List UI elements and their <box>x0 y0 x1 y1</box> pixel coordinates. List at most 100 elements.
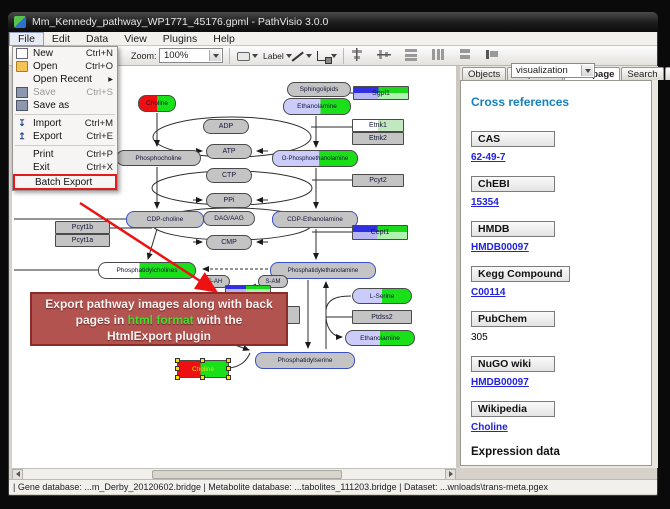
pathway-node-ppi[interactable]: PPi <box>206 193 252 208</box>
file-menu-item-exit[interactable]: ExitCtrl+X <box>13 161 117 174</box>
chevron-down-icon[interactable] <box>209 50 221 61</box>
menu-edit[interactable]: Edit <box>44 32 78 46</box>
align-middle-icon[interactable] <box>377 48 391 61</box>
pathway-node-pcyt2[interactable]: Pcyt2 <box>352 174 404 187</box>
pathway-node-sgpl1[interactable]: Sgpl1 <box>353 86 409 100</box>
visualization-value: visualization <box>516 65 568 76</box>
pathway-node-adp[interactable]: ADP <box>203 119 249 134</box>
import-icon <box>16 118 28 129</box>
xref-value-hmdb[interactable]: HMDB00097 <box>471 242 651 253</box>
title-bar[interactable]: Mm_Kennedy_pathway_WP1771_45176.gpml - P… <box>8 12 658 32</box>
file-menu-item-open-recent[interactable]: Open Recent▸ <box>13 73 117 86</box>
file-menu-shortcut: ▸ <box>108 74 113 85</box>
pathway-node-phosphocholine[interactable]: Phosphocholine <box>116 150 201 166</box>
open-folder-icon <box>16 61 28 72</box>
stack-icon[interactable] <box>458 48 472 61</box>
file-menu-item-new[interactable]: NewCtrl+N <box>13 47 117 60</box>
pathway-node-etnk2[interactable]: Etnk2 <box>352 132 404 145</box>
gene-tool-button[interactable] <box>235 48 260 64</box>
xref-value-wikipedia[interactable]: Choline <box>471 422 651 433</box>
file-menu-shortcut: Ctrl+X <box>86 162 113 173</box>
pathway-node-pcyt1a[interactable]: Pcyt1a <box>55 234 110 247</box>
pathway-node-pcyt1b[interactable]: Pcyt1b <box>55 221 110 234</box>
pathway-node-ctp[interactable]: CTP <box>206 168 252 183</box>
file-menu-label: Open Recent <box>33 74 108 85</box>
menu-data[interactable]: Data <box>78 32 116 46</box>
pathway-node-cept1[interactable]: Cept1 <box>352 225 408 240</box>
xref-value-cas[interactable]: 62-49-7 <box>471 152 651 163</box>
chevron-down-icon[interactable] <box>306 54 312 58</box>
horizontal-scrollbar[interactable] <box>12 468 456 479</box>
selection-handle[interactable] <box>226 375 231 380</box>
pathway-node-dag-aag[interactable]: DAG/AAG <box>203 211 255 226</box>
pathway-node-atp[interactable]: ATP <box>206 144 252 159</box>
xref-value-chebi[interactable]: 15354 <box>471 197 651 208</box>
file-menu: NewCtrl+NOpenCtrl+OOpen Recent▸SaveCtrl+… <box>12 46 118 191</box>
label-tool-text: Label <box>263 51 284 61</box>
visualization-combobox[interactable]: visualization <box>511 63 595 78</box>
selection-handle[interactable] <box>226 358 231 363</box>
chevron-down-icon[interactable] <box>252 54 258 58</box>
pathway-node-cdp-choline[interactable]: CDP-choline <box>126 211 204 228</box>
pathway-node-sphingolipids[interactable]: Sphingolipids <box>287 82 351 97</box>
xref-value-kegg-compound[interactable]: C00114 <box>471 287 651 298</box>
pathway-node-ethanolamine[interactable]: Ethanolamine <box>345 330 415 346</box>
scroll-right-icon[interactable] <box>445 469 456 480</box>
menu-view[interactable]: View <box>116 32 155 46</box>
scroll-left-icon[interactable] <box>12 469 23 480</box>
selection-handle[interactable] <box>175 375 180 380</box>
selection-handle[interactable] <box>226 366 231 371</box>
save-icon <box>16 87 28 98</box>
file-menu-label: Batch Export <box>35 177 111 188</box>
pathway-node-cdp-ethanolamine[interactable]: CDP-Ethanolamine <box>272 211 358 228</box>
selection-handle[interactable] <box>175 358 180 363</box>
screenshot-frame: Mm_Kennedy_pathway_WP1771_45176.gpml - P… <box>0 0 670 509</box>
pathway-node-etnk1[interactable]: Etnk1 <box>352 119 404 132</box>
pathway-node-phosphatidylcholines[interactable]: Phosphatidylcholines <box>98 262 196 279</box>
selection-handle[interactable] <box>175 366 180 371</box>
zoom-label: Zoom: <box>131 51 157 61</box>
line-tool-button[interactable] <box>289 48 314 64</box>
distribute-vertical-icon[interactable] <box>431 48 445 61</box>
xref-value-nugo-wiki[interactable]: HMDB00097 <box>471 377 651 388</box>
selection-handle[interactable] <box>200 375 205 380</box>
tab-search[interactable]: Search <box>621 67 663 80</box>
pathway-node-choline[interactable]: Choline <box>177 360 229 378</box>
file-menu-item-open[interactable]: OpenCtrl+O <box>13 60 117 73</box>
file-menu-item-batch-export[interactable]: Batch Export <box>13 174 117 190</box>
menu-plugins[interactable]: Plugins <box>155 32 205 46</box>
no-icon <box>18 177 30 188</box>
file-menu-label: Save <box>33 87 86 98</box>
align-center-icon[interactable] <box>350 48 364 61</box>
pathway-node-phosphatidylserine[interactable]: Phosphatidylserine <box>255 352 355 369</box>
menu-file[interactable]: File <box>9 32 44 46</box>
file-menu-item-export[interactable]: ExportCtrl+E <box>13 130 117 143</box>
file-menu-label: Import <box>33 118 85 129</box>
file-menu-shortcut: Ctrl+E <box>86 131 113 142</box>
connector-tool-button[interactable] <box>315 48 339 64</box>
chevron-down-icon[interactable] <box>581 65 593 76</box>
connector-icon <box>317 51 329 61</box>
expression-data-heading: Expression data <box>471 446 651 458</box>
file-menu-item-print[interactable]: PrintCtrl+P <box>13 148 117 161</box>
group-icon[interactable] <box>485 48 499 61</box>
pathway-node-ethanolamine[interactable]: Ethanolamine <box>283 98 351 115</box>
scrollbar-thumb[interactable] <box>152 470 342 479</box>
pathway-node-cmp[interactable]: CMP <box>206 235 252 250</box>
file-menu-item-import[interactable]: ImportCtrl+M <box>13 117 117 130</box>
distribute-horizontal-icon[interactable] <box>404 48 418 61</box>
pathway-node-o-phosphoethanolamine[interactable]: O-Phosphoethanolamine <box>272 150 358 167</box>
pathway-node-ptdss2[interactable]: Ptdss2 <box>352 310 412 324</box>
menu-help[interactable]: Help <box>205 32 243 46</box>
file-menu-item-save[interactable]: SaveCtrl+S <box>13 86 117 99</box>
selection-handle[interactable] <box>200 358 205 363</box>
zoom-combobox[interactable]: 100% <box>159 48 223 63</box>
pathway-node-l-serine[interactable]: L-Serine <box>352 288 412 304</box>
file-menu-shortcut: Ctrl+O <box>85 61 113 72</box>
tab-objects[interactable]: Objects <box>462 67 506 80</box>
tab-legend[interactable]: Legend <box>665 67 670 80</box>
file-menu-label: New <box>33 48 86 59</box>
pathway-node-choline[interactable]: Choline <box>138 95 176 112</box>
xref-header-hmdb: HMDB <box>471 221 555 237</box>
file-menu-item-save-as[interactable]: Save as <box>13 99 117 112</box>
